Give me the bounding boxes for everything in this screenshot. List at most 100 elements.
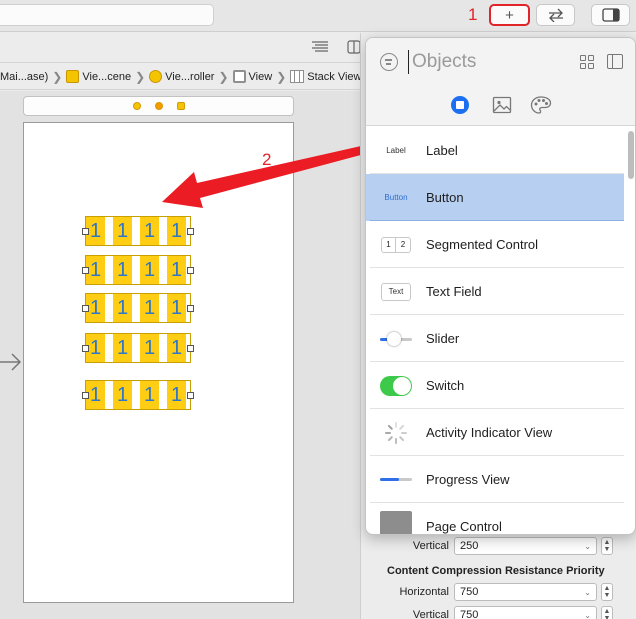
color-palette-tab-icon[interactable] bbox=[530, 95, 552, 115]
button-row[interactable]: 1111 bbox=[82, 293, 194, 323]
library-object-list[interactable]: Label Label Button Button 12 Segmented C… bbox=[366, 127, 624, 534]
stack-button[interactable]: 1 bbox=[140, 334, 159, 362]
window-toolbar: 1 + bbox=[0, 0, 636, 32]
stack-button[interactable]: 1 bbox=[167, 334, 186, 362]
chevron-down-icon: ⌄ bbox=[584, 541, 591, 551]
plus-icon: + bbox=[505, 6, 514, 24]
resize-handle[interactable] bbox=[187, 345, 194, 352]
breadcrumb-item-view[interactable]: View bbox=[232, 70, 272, 83]
editor-options-bar bbox=[0, 33, 380, 63]
view-controller-icon bbox=[149, 70, 163, 83]
scrollbar-thumb[interactable] bbox=[628, 131, 634, 179]
stack-button[interactable]: 1 bbox=[113, 256, 132, 284]
stack-button[interactable]: 1 bbox=[167, 294, 186, 322]
annotation-number-1: 1 bbox=[468, 5, 478, 24]
initial-view-controller-arrow-icon bbox=[0, 353, 22, 371]
stack-button[interactable]: 1 bbox=[140, 294, 159, 322]
scene-dock[interactable] bbox=[23, 96, 294, 116]
breadcrumb-item-scene[interactable]: Vie...cene bbox=[66, 70, 131, 83]
compression-horizontal-row: Horizontal 750 ⌄ ▲ ▼ bbox=[374, 583, 636, 601]
stack-button[interactable]: 1 bbox=[140, 381, 159, 409]
library-item-text-field[interactable]: Text Text Field bbox=[366, 268, 624, 315]
resize-handle[interactable] bbox=[82, 392, 89, 399]
hugging-vertical-row: Vertical 250 ⌄ ▲ ▼ bbox=[374, 537, 636, 555]
library-item-slider[interactable]: Slider bbox=[366, 315, 624, 362]
compression-resistance-heading: Content Compression Resistance Priority bbox=[387, 565, 605, 577]
chevron-right-icon: ❯ bbox=[135, 69, 146, 84]
first-responder-dock-icon[interactable] bbox=[154, 102, 163, 110]
stack-button[interactable]: 1 bbox=[113, 217, 132, 245]
library-add-button[interactable]: + bbox=[489, 4, 530, 26]
library-item-switch[interactable]: Switch bbox=[366, 362, 624, 409]
compression-vertical-row: Vertical 750 ⌄ ▲ ▼ bbox=[374, 606, 636, 619]
compression-horizontal-stepper[interactable]: ▲ ▼ bbox=[601, 583, 613, 601]
chevron-right-icon: ❯ bbox=[218, 69, 229, 84]
resize-handle[interactable] bbox=[82, 305, 89, 312]
resize-handle[interactable] bbox=[82, 345, 89, 352]
list-view-icon[interactable] bbox=[607, 54, 623, 69]
progress-view-thumbnail-icon bbox=[370, 456, 422, 503]
add-editor-icon[interactable] bbox=[347, 40, 361, 54]
inspector-toggle-button[interactable] bbox=[591, 4, 630, 26]
exit-dock-icon[interactable] bbox=[176, 102, 185, 110]
button-row[interactable]: 1111 bbox=[82, 333, 194, 363]
editor-options-icon[interactable] bbox=[311, 41, 329, 53]
library-item-button[interactable]: Button Button bbox=[366, 174, 624, 221]
resize-handle[interactable] bbox=[82, 228, 89, 235]
hugging-vertical-stepper[interactable]: ▲ ▼ bbox=[601, 537, 613, 555]
swap-arrows-icon bbox=[548, 8, 563, 22]
breadcrumb-item-storyboard[interactable]: Mai...ase) bbox=[0, 71, 48, 83]
grid-view-icon[interactable] bbox=[580, 55, 594, 69]
library-popover: Label Label Button Button 12 Segmented C… bbox=[365, 37, 636, 535]
button-row[interactable]: 1111 bbox=[82, 255, 194, 285]
breadcrumb: Mai...ase) ❯ Vie...cene ❯ Vie...roller ❯… bbox=[0, 64, 380, 90]
filter-icon[interactable] bbox=[380, 53, 398, 71]
stack-view-icon bbox=[290, 70, 305, 83]
code-review-button[interactable] bbox=[536, 4, 575, 26]
drag-arrow-annotation bbox=[162, 144, 372, 208]
stack-button[interactable]: 1 bbox=[140, 256, 159, 284]
compression-horizontal-select[interactable]: 750 ⌄ bbox=[454, 583, 597, 601]
media-tab-icon[interactable] bbox=[492, 95, 512, 115]
chevron-right-icon: ❯ bbox=[276, 69, 287, 84]
stack-button[interactable]: 1 bbox=[113, 381, 132, 409]
breadcrumb-item-stack-view[interactable]: Stack View bbox=[290, 70, 361, 83]
page-control-thumbnail-icon bbox=[370, 503, 422, 534]
resize-handle[interactable] bbox=[187, 267, 194, 274]
view-icon bbox=[232, 70, 246, 83]
resize-handle[interactable] bbox=[82, 267, 89, 274]
library-item-page-control[interactable]: Page Control bbox=[366, 503, 624, 534]
resize-handle[interactable] bbox=[187, 305, 194, 312]
label-thumbnail-icon: Label bbox=[386, 146, 406, 155]
segmented-control-thumbnail-icon: 12 bbox=[370, 221, 422, 268]
library-item-progress-view[interactable]: Progress View bbox=[366, 456, 624, 503]
breadcrumb-item-view-controller[interactable]: Vie...roller bbox=[149, 70, 214, 83]
chevron-right-icon: ❯ bbox=[52, 69, 63, 84]
view-controller-dock-icon[interactable] bbox=[132, 102, 141, 110]
compression-vertical-stepper[interactable]: ▲ ▼ bbox=[601, 606, 613, 619]
hugging-vertical-select[interactable]: 250 ⌄ bbox=[454, 537, 597, 555]
library-item-activity-indicator[interactable]: Activity Indicator View bbox=[366, 409, 624, 456]
activity-status-field[interactable] bbox=[0, 4, 214, 26]
switch-thumbnail-icon bbox=[370, 362, 422, 409]
stack-button[interactable]: 1 bbox=[167, 381, 186, 409]
compression-vertical-select[interactable]: 750 ⌄ bbox=[454, 606, 597, 619]
chevron-down-icon: ⌄ bbox=[584, 610, 591, 619]
library-item-label[interactable]: Label Label bbox=[366, 127, 624, 174]
button-thumbnail-icon: Button bbox=[384, 193, 408, 202]
stack-button[interactable]: 1 bbox=[167, 256, 186, 284]
text-field-thumbnail-icon: Text bbox=[370, 268, 422, 315]
stack-button[interactable]: 1 bbox=[113, 334, 132, 362]
library-scrollbar[interactable] bbox=[627, 127, 635, 534]
resize-handle[interactable] bbox=[187, 392, 194, 399]
scene-icon bbox=[66, 70, 80, 83]
slider-thumbnail-icon bbox=[370, 315, 422, 362]
button-row[interactable]: 1111 bbox=[82, 380, 194, 410]
activity-indicator-thumbnail-icon bbox=[370, 409, 422, 456]
objects-tab-icon[interactable] bbox=[451, 96, 469, 114]
inspector-toggle-icon bbox=[601, 8, 620, 22]
stack-button[interactable]: 1 bbox=[113, 294, 132, 322]
library-search-input[interactable] bbox=[408, 50, 558, 74]
library-header bbox=[366, 38, 635, 126]
library-item-segmented-control[interactable]: 12 Segmented Control bbox=[366, 221, 624, 268]
